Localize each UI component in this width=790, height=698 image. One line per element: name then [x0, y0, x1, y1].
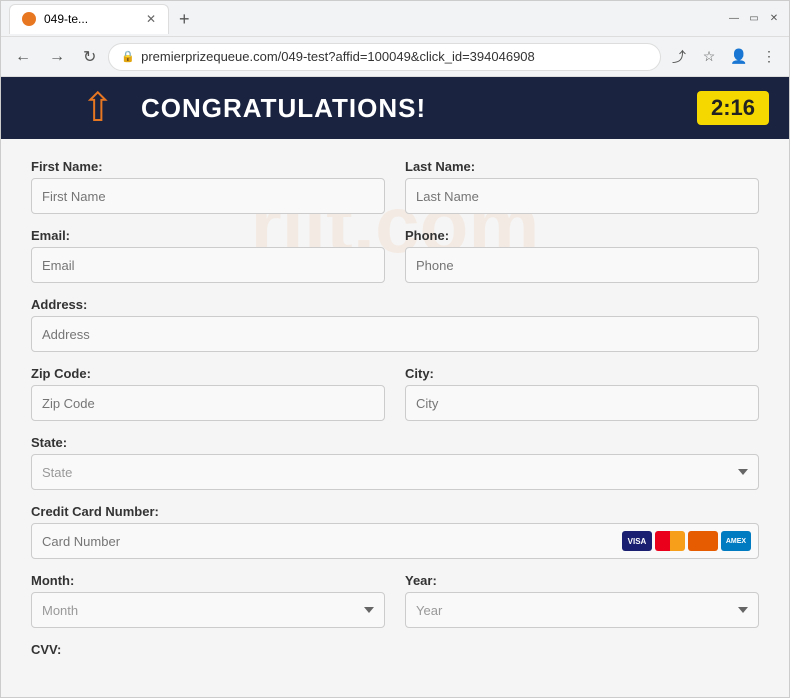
- tab-area: 049-te... ✕ +: [9, 4, 721, 34]
- zip-input[interactable]: [31, 385, 385, 421]
- last-name-input[interactable]: [405, 178, 759, 214]
- address-input[interactable]: [31, 316, 759, 352]
- arrow-icon: ⇧: [81, 88, 115, 128]
- phone-group: Phone:: [405, 228, 759, 283]
- email-phone-row: Email: Phone:: [31, 228, 759, 283]
- month-select[interactable]: Month: [31, 592, 385, 628]
- page-content: ⇧ CONGRATULATIONS! 2:16 rilt.com First N…: [1, 77, 789, 697]
- profile-icon[interactable]: 👤: [727, 45, 751, 69]
- forward-button[interactable]: →: [43, 44, 71, 70]
- maximize-button[interactable]: ▭: [747, 12, 761, 26]
- email-input[interactable]: [31, 247, 385, 283]
- month-year-row: Month: Month Year: Year: [31, 573, 759, 628]
- phone-label: Phone:: [405, 228, 759, 243]
- visa-icon: VISA: [622, 531, 652, 551]
- congrats-text: CONGRATULATIONS!: [141, 93, 426, 124]
- tab-title: 049-te...: [44, 12, 88, 26]
- year-label: Year:: [405, 573, 759, 588]
- amex-icon: AMEX: [721, 531, 751, 551]
- last-name-label: Last Name:: [405, 159, 759, 174]
- timer-badge: 2:16: [697, 91, 769, 125]
- first-name-group: First Name:: [31, 159, 385, 214]
- zip-group: Zip Code:: [31, 366, 385, 421]
- new-tab-button[interactable]: +: [173, 8, 196, 30]
- tab-close-button[interactable]: ✕: [146, 12, 156, 26]
- cc-label: Credit Card Number:: [31, 504, 759, 519]
- form-area: rilt.com First Name: Last Name: Email:: [1, 139, 789, 695]
- cvv-row: CVV:: [31, 642, 759, 661]
- name-row: First Name: Last Name:: [31, 159, 759, 214]
- cc-group: Credit Card Number: VISA AMEX: [31, 504, 759, 559]
- first-name-label: First Name:: [31, 159, 385, 174]
- mastercard-icon: [655, 531, 685, 551]
- zip-city-row: Zip Code: City:: [31, 366, 759, 421]
- state-row: State: State: [31, 435, 759, 490]
- card-input-wrapper: VISA AMEX: [31, 523, 759, 559]
- city-input[interactable]: [405, 385, 759, 421]
- email-group: Email:: [31, 228, 385, 283]
- url-text: premierprizequeue.com/049-test?affid=100…: [141, 49, 535, 64]
- cc-row: Credit Card Number: VISA AMEX: [31, 504, 759, 559]
- city-group: City:: [405, 366, 759, 421]
- zip-label: Zip Code:: [31, 366, 385, 381]
- city-label: City:: [405, 366, 759, 381]
- active-tab[interactable]: 049-te... ✕: [9, 4, 169, 34]
- month-group: Month: Month: [31, 573, 385, 628]
- card-icons: VISA AMEX: [622, 531, 751, 551]
- month-label: Month:: [31, 573, 385, 588]
- share-icon[interactable]: ⤴: [667, 45, 691, 69]
- browser-titlebar: 049-te... ✕ + — ▭ ✕: [1, 1, 789, 37]
- phone-input[interactable]: [405, 247, 759, 283]
- toolbar-icons: ⤴ ☆ 👤 ⋮: [667, 45, 781, 69]
- address-group: Address:: [31, 297, 759, 352]
- state-label: State:: [31, 435, 759, 450]
- email-label: Email:: [31, 228, 385, 243]
- minimize-button[interactable]: —: [727, 12, 741, 26]
- menu-icon[interactable]: ⋮: [757, 45, 781, 69]
- cvv-label: CVV:: [31, 642, 759, 657]
- state-select[interactable]: State: [31, 454, 759, 490]
- refresh-button[interactable]: ↻: [77, 43, 102, 71]
- congrats-header: ⇧ CONGRATULATIONS! 2:16: [1, 77, 789, 139]
- cvv-group: CVV:: [31, 642, 759, 661]
- address-bar[interactable]: 🔒 premierprizequeue.com/049-test?affid=1…: [108, 43, 661, 71]
- first-name-input[interactable]: [31, 178, 385, 214]
- year-group: Year: Year: [405, 573, 759, 628]
- state-group: State: State: [31, 435, 759, 490]
- last-name-group: Last Name:: [405, 159, 759, 214]
- browser-toolbar: ← → ↻ 🔒 premierprizequeue.com/049-test?a…: [1, 37, 789, 77]
- window-controls: — ▭ ✕: [727, 12, 781, 26]
- bookmark-icon[interactable]: ☆: [697, 45, 721, 69]
- address-label: Address:: [31, 297, 759, 312]
- year-select[interactable]: Year: [405, 592, 759, 628]
- back-button[interactable]: ←: [9, 44, 37, 70]
- close-button[interactable]: ✕: [767, 12, 781, 26]
- lock-icon: 🔒: [121, 50, 135, 63]
- browser-window: 049-te... ✕ + — ▭ ✕ ← → ↻ 🔒 premierprize…: [0, 0, 790, 698]
- address-row: Address:: [31, 297, 759, 352]
- discover-icon: [688, 531, 718, 551]
- tab-favicon: [22, 12, 36, 26]
